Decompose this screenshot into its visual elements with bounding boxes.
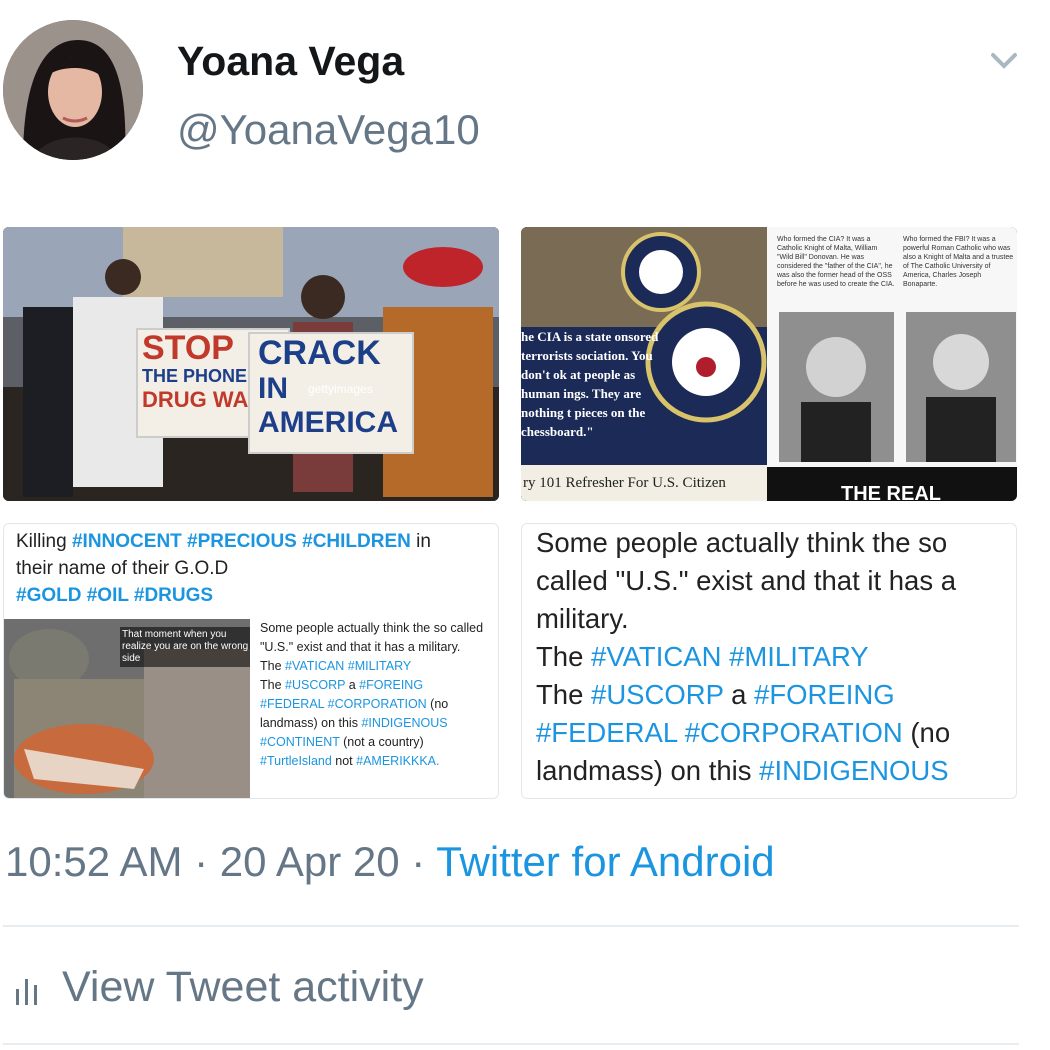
- sign-america: AMERICA: [258, 406, 398, 439]
- meta-separator: ·: [399, 838, 437, 885]
- tweet-date: 20 Apr 20: [219, 838, 400, 885]
- bl-side-2-tags: #VATICAN #MILITARY: [285, 659, 412, 673]
- bl-side-text-1: Some people actually think the so called…: [260, 621, 484, 654]
- bl-line1b: in: [410, 531, 431, 552]
- bl-side-3b: a: [345, 678, 360, 692]
- media-photo-cia[interactable]: he CIA is a state onsored terrorists soc…: [521, 227, 1017, 501]
- bl-line2: their name of their G.O.D: [16, 558, 229, 579]
- avatar[interactable]: [3, 20, 143, 160]
- chevron-down-icon[interactable]: [990, 50, 1018, 72]
- br-line4a: The: [536, 641, 592, 672]
- br-line6b: (no: [902, 717, 951, 748]
- media-text-image-2[interactable]: Some people actually think the so called…: [521, 523, 1017, 799]
- bl-side-7-tag2: #AMERIKKKA.: [356, 754, 440, 768]
- br-line5-tag1: #USCORP: [591, 679, 724, 710]
- bl-side-3-tag2: #FOREING: [359, 678, 424, 692]
- meta-separator: ·: [182, 838, 220, 885]
- divider: [3, 925, 1019, 927]
- bl-line3-tags: #GOLD #OIL #DRUGS: [16, 585, 214, 606]
- br-line7a: landmass) on this: [536, 755, 760, 786]
- bl-side-3-tag1: #USCORP: [285, 678, 346, 692]
- divider: [3, 1043, 1019, 1045]
- br-line2: called "U.S." exist and that it has a: [536, 565, 957, 596]
- photo-caption: That moment when you realize you are on …: [120, 627, 250, 667]
- user-handle[interactable]: @YoanaVega10: [177, 106, 480, 154]
- tweet-source-link[interactable]: Twitter for Android: [436, 838, 774, 885]
- cia-ribbon: ry 101 Refresher For U.S. Citizen: [523, 475, 726, 491]
- br-line5a: The: [536, 679, 592, 710]
- cia-bottom-title: THE REAL: [841, 483, 941, 501]
- avatar-photo: [3, 20, 143, 160]
- bl-side-3a: The: [260, 678, 286, 692]
- br-line3: military.: [536, 603, 629, 634]
- bl-line1-tags: #INNOCENT #PRECIOUS #CHILDREN: [71, 531, 411, 552]
- bl-side-7b: not: [331, 754, 357, 768]
- br-line6-tags: #FEDERAL #CORPORATION: [536, 717, 903, 748]
- bl-side-4-tags: #FEDERAL #CORPORATION: [260, 697, 427, 711]
- bl-side-2a: The: [260, 659, 286, 673]
- br-line8-tag: #CONTINENT: [536, 790, 1012, 798]
- bl-side-4b: (no: [426, 697, 449, 711]
- soldier-photo: That moment when you realize you are on …: [4, 619, 250, 798]
- bl-side-6-tag: #CONTINENT: [260, 735, 340, 749]
- br-line1: Some people actually think the so: [536, 527, 948, 558]
- tweet-meta: 10:52 AM · 20 Apr 20 · Twitter for Andro…: [5, 838, 775, 886]
- br-line5-tag2: #FOREING: [754, 679, 895, 710]
- fbi-caption-right: Who formed the FBI? It was a powerful Ro…: [903, 236, 1014, 288]
- media-photo-protest[interactable]: STOP THE PHONE DRUG WA CRACK IN AMERICA …: [3, 227, 499, 501]
- tweet-time: 10:52 AM: [5, 838, 183, 885]
- bl-side-5-tag: #INDIGENOUS: [361, 716, 448, 730]
- cia-caption-left: Who formed the CIA? It was a Catholic Kn…: [777, 236, 895, 288]
- cia-quote: he CIA is a state onsored terrorists soc…: [521, 329, 659, 439]
- bar-chart-icon[interactable]: [14, 975, 40, 1005]
- sign-crack: CRACK: [258, 334, 381, 372]
- br-line5b: a: [723, 679, 755, 710]
- br-line7-tag: #INDIGENOUS: [759, 755, 949, 786]
- getty-watermark: gettyimages: [308, 382, 373, 396]
- bl-side-7-tag: #TurtleIsland: [260, 754, 332, 768]
- bl-line1a: Killing: [16, 531, 72, 552]
- bl-side-6b: (not a country): [339, 735, 424, 749]
- view-tweet-activity-link[interactable]: View Tweet activity: [62, 963, 424, 1012]
- bl-side-5a: landmass) on this: [260, 716, 362, 730]
- media-text-image-1[interactable]: Killing #INNOCENT #PRECIOUS #CHILDREN in…: [3, 523, 499, 799]
- br-line4-tags: #VATICAN #MILITARY: [591, 641, 869, 672]
- display-name[interactable]: Yoana Vega: [177, 38, 404, 85]
